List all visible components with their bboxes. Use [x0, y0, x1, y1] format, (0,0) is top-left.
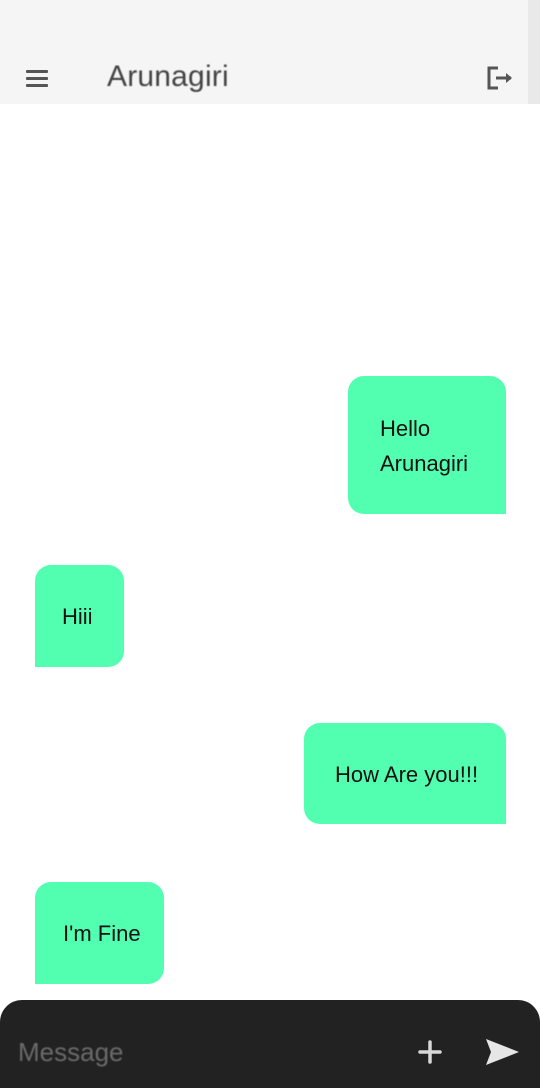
message-bubble-sent: How Are you!!!: [304, 723, 506, 824]
message-text: How Are you!!!: [335, 762, 479, 787]
message-text: Hiii: [62, 604, 93, 629]
message-input[interactable]: [18, 1032, 378, 1072]
message-composer: [0, 1000, 540, 1088]
page-title: Arunagiri: [107, 60, 229, 93]
message-text: Hello Arunagiri: [380, 416, 469, 476]
message-bubble-received: I'm Fine: [35, 882, 164, 984]
menu-icon[interactable]: [26, 70, 48, 88]
app-bar: Arunagiri: [0, 46, 528, 104]
plus-icon[interactable]: [416, 1038, 444, 1066]
send-icon[interactable]: [483, 1036, 521, 1068]
message-bubble-sent: Hello Arunagiri: [348, 376, 506, 514]
message-text: I'm Fine: [63, 921, 141, 946]
message-list[interactable]: Hello Arunagiri Hiii How Are you!!! I'm …: [0, 104, 540, 1000]
chat-screen: Arunagiri Hello Arunagiri Hiii How Are y…: [0, 0, 540, 1088]
message-bubble-received: Hiii: [35, 565, 124, 667]
logout-icon[interactable]: [484, 63, 518, 93]
